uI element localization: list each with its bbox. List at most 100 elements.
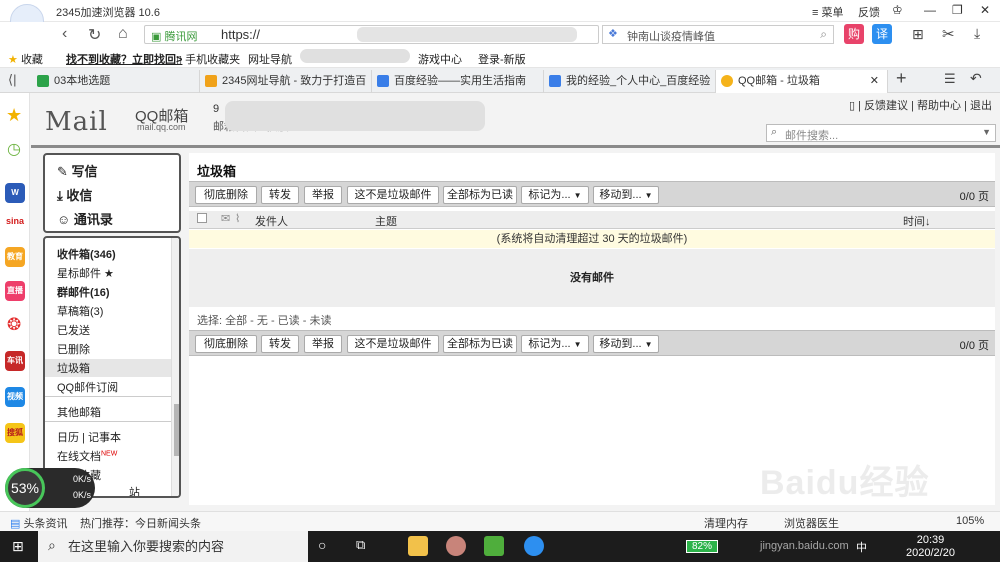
skin-icon[interactable]: ♔	[892, 3, 903, 17]
history-icon[interactable]: ◷	[7, 139, 21, 159]
bookmark-nav[interactable]: 网址导航	[248, 51, 292, 67]
search-input[interactable]: 钟南山谈疫情峰值	[627, 28, 715, 44]
online-docs-link[interactable]: 在线文档NEW	[57, 448, 117, 464]
favorites-icon[interactable]: ★	[6, 105, 22, 126]
select-all-checkbox[interactable]	[197, 213, 207, 223]
screenshot-icon[interactable]: ✂	[942, 25, 955, 43]
tab-4[interactable]: 我的经验_个人中心_百度经验	[544, 70, 716, 93]
calendar-notes-link[interactable]: 日历 | 记事本	[57, 429, 121, 445]
menu-button[interactable]: ≡ 菜单	[812, 4, 843, 20]
performance-widget[interactable]: 53% 0K/s 0K/s	[5, 468, 95, 508]
bookmark-login[interactable]: 登录-新版	[478, 51, 526, 67]
feedback-button[interactable]: 反馈	[858, 4, 880, 20]
taskbar-search[interactable]: 在这里输入你要搜索的内容	[38, 531, 308, 562]
weibo-icon[interactable]: ❂	[7, 315, 21, 335]
undo-close-icon[interactable]: ↶	[970, 70, 982, 87]
file-explorer-icon[interactable]	[408, 536, 428, 556]
hot-news-link[interactable]: 热门推荐：今日新闻头条	[80, 515, 201, 531]
forward-button-bottom[interactable]: 转发	[261, 335, 299, 353]
battery-indicator[interactable]: 82%	[686, 540, 718, 553]
mark-all-read-button-bottom[interactable]: 全部标为已读	[443, 335, 517, 353]
col-subject[interactable]: 主题	[375, 213, 397, 229]
search-icon[interactable]: ⌕	[820, 27, 827, 42]
mark-all-read-button[interactable]: 全部标为已读	[443, 186, 517, 204]
col-sender[interactable]: 发件人	[255, 213, 288, 229]
qqmail-logo[interactable]: Mail	[45, 107, 108, 137]
search-box[interactable]: ❖ 钟南山谈疫情峰值 ⌕	[602, 25, 834, 44]
contacts-button[interactable]: ☺ 通讯录	[57, 209, 113, 228]
zoom-level[interactable]: 105%	[956, 515, 984, 527]
folder-starred[interactable]: 星标邮件 ★	[57, 265, 114, 281]
delete-forever-button-bottom[interactable]: 彻底删除	[195, 335, 257, 353]
editor-icon[interactable]	[484, 536, 504, 556]
clean-memory-button[interactable]: 清理内存	[704, 515, 748, 531]
close-icon[interactable]: ✕	[980, 3, 990, 17]
new-tab-icon[interactable]: +	[896, 68, 907, 89]
move-to-dropdown[interactable]: 移动到... ▼	[593, 186, 659, 204]
top-links[interactable]: ▯ | 反馈建议 | 帮助中心 | 退出	[849, 97, 992, 113]
home-icon[interactable]: ⌂	[118, 25, 128, 43]
shopping-icon[interactable]: 购	[844, 24, 864, 44]
word-icon[interactable]: W	[5, 183, 25, 203]
folder-sent[interactable]: 已发送	[57, 322, 90, 338]
mark-as-dropdown[interactable]: 标记为... ▼	[521, 186, 589, 204]
minimize-icon[interactable]: —	[924, 3, 936, 17]
tab-list-icon[interactable]: ☰	[944, 71, 956, 87]
not-spam-button[interactable]: 这不是垃圾邮件	[347, 186, 439, 204]
report-button-bottom[interactable]: 举报	[304, 335, 342, 353]
select-links[interactable]: 选择: 全部 - 无 - 已读 - 未读	[197, 312, 331, 328]
folder-deleted[interactable]: 已删除	[57, 341, 90, 357]
tab-3[interactable]: 百度经验——实用生活指南	[372, 70, 544, 93]
folder-inbox[interactable]: 收件箱(346)	[57, 246, 116, 262]
tab-2[interactable]: 2345网址导航 - 致力于打造百	[200, 70, 372, 93]
col-time[interactable]: 时间↓	[903, 213, 931, 229]
windows-start-icon[interactable]: ⊞	[12, 538, 24, 555]
browser-doctor-button[interactable]: 浏览器医生	[784, 515, 839, 531]
move-to-dropdown-bottom[interactable]: 移动到... ▼	[593, 335, 659, 353]
folder-subscriptions[interactable]: QQ邮件订阅	[57, 379, 118, 395]
task-view-icon[interactable]: ⧉	[356, 537, 365, 553]
address-bar[interactable]: ▣ 腾讯网 https://	[144, 25, 599, 44]
not-spam-button-bottom[interactable]: 这不是垃圾邮件	[347, 335, 439, 353]
delete-forever-button[interactable]: 彻底删除	[195, 186, 257, 204]
app-icon[interactable]	[446, 536, 466, 556]
folder-drafts[interactable]: 草稿箱(3)	[57, 303, 103, 319]
receive-button[interactable]: ⤓ 收信	[57, 185, 92, 204]
side-sohu[interactable]: 搜狐	[5, 423, 25, 443]
chevron-down-icon[interactable]: ▼	[982, 127, 991, 137]
tab-1[interactable]: 03本地选题	[32, 70, 200, 93]
other-mailbox[interactable]: 其他邮箱	[57, 404, 101, 420]
download-icon[interactable]: ⤓	[974, 25, 980, 42]
folder-spam[interactable]: 垃圾箱	[57, 360, 90, 376]
compose-button[interactable]: ✎ 写信	[57, 161, 98, 180]
mail-search-input[interactable]: ⌕ 邮件搜索... ▼	[766, 124, 996, 142]
refresh-icon[interactable]: ↻	[88, 25, 101, 45]
bookmark-favorites[interactable]: ★ 收藏	[8, 51, 43, 67]
restore-icon[interactable]: ❐	[952, 3, 963, 17]
scroll-thumb[interactable]	[174, 404, 179, 456]
side-video[interactable]: 视频	[5, 387, 25, 407]
sina-icon[interactable]: sina	[5, 211, 25, 231]
side-car[interactable]: 车讯	[5, 351, 25, 371]
cortana-icon[interactable]: ○	[318, 537, 326, 553]
side-live[interactable]: 直播	[5, 281, 25, 301]
side-edu[interactable]: 教育	[5, 247, 25, 267]
back-icon[interactable]: ‹	[62, 25, 67, 43]
collapse-sidebar-icon[interactable]: ⟨|	[8, 72, 16, 88]
browser-icon[interactable]	[524, 536, 544, 556]
tab-qqmail[interactable]: QQ邮箱 - 垃圾箱 ✕	[716, 70, 888, 93]
folder-group[interactable]: 群邮件(16)	[57, 284, 110, 300]
bookmark-recover[interactable]: 找不到收藏？立即找回>	[66, 51, 182, 67]
bookmark-mobile[interactable]: ▯ 手机收藏夹	[176, 51, 240, 67]
close-tab-icon[interactable]: ✕	[870, 70, 879, 92]
station-link[interactable]: 站	[129, 484, 140, 496]
translate-button[interactable]: 译	[872, 24, 892, 44]
news-link[interactable]: ▤ 头条资讯	[10, 515, 67, 531]
forward-button[interactable]: 转发	[261, 186, 299, 204]
ime-indicator[interactable]: 中	[856, 539, 867, 555]
bookmark-game[interactable]: 游戏中心	[418, 51, 462, 67]
clock[interactable]: 20:39 2020/2/20	[906, 534, 955, 560]
phone-icon[interactable]: ▯	[849, 100, 855, 112]
search-engine-icon[interactable]: ❖	[608, 27, 618, 40]
mark-as-dropdown-bottom[interactable]: 标记为... ▼	[521, 335, 589, 353]
